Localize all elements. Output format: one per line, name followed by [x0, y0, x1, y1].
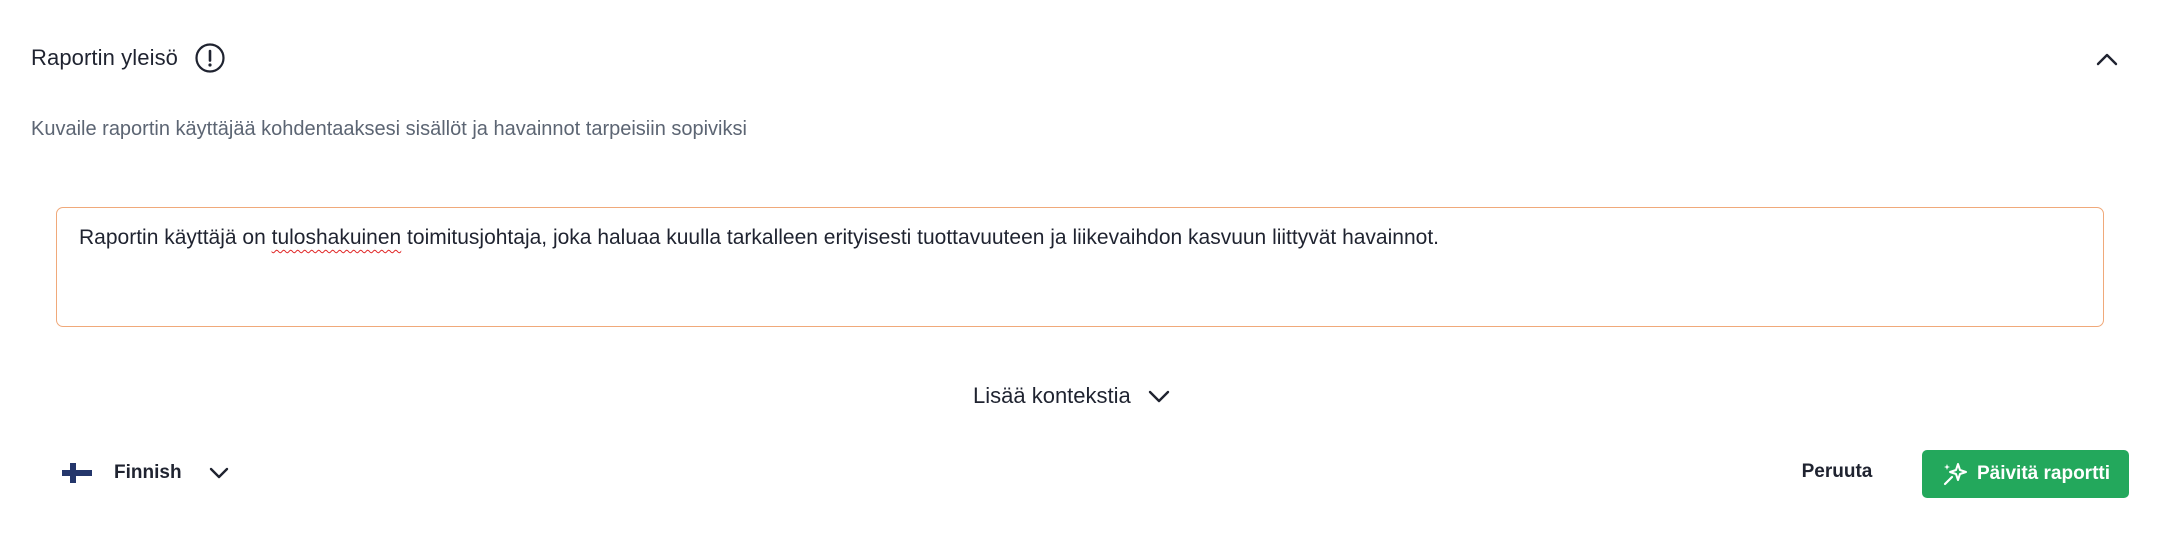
language-selected-value: Finnish [114, 462, 182, 483]
misspelled-word: tuloshakuinen [271, 226, 402, 249]
update-report-button[interactable]: Päivitä raportti [1922, 450, 2129, 498]
report-audience-panel: Raportin yleisö Kuvaile raportin käyttäj… [0, 0, 2160, 536]
chevron-down-icon [1147, 388, 1171, 404]
section-title: Raportin yleisö [31, 45, 179, 70]
cancel-button[interactable]: Peruuta [1790, 452, 1884, 492]
audience-text-before: Raportin käyttäjä on [79, 226, 272, 249]
add-context-label: Lisää kontekstia [973, 383, 1131, 408]
section-header: Raportin yleisö [31, 36, 226, 80]
update-report-label: Päivitä raportti [1976, 463, 2111, 484]
sparkle-icon [1941, 460, 1969, 488]
language-select[interactable]: Finnish [62, 456, 230, 490]
audience-text-after: toimitusjohtaja, joka haluaa kuulla tark… [401, 226, 1439, 249]
chevron-down-icon [208, 466, 230, 480]
exclamation-circle-icon[interactable] [194, 42, 226, 74]
audience-description-text: Raportin käyttäjä on tuloshakuinen toimi… [79, 218, 2081, 258]
chevron-up-icon [2095, 51, 2119, 67]
audience-description-textarea[interactable]: Raportin käyttäjä on tuloshakuinen toimi… [56, 207, 2104, 327]
add-context-toggle[interactable]: Lisää kontekstia [973, 383, 1171, 409]
collapse-section-button[interactable] [2090, 42, 2124, 76]
finland-flag-icon [62, 463, 92, 483]
section-description: Kuvaile raportin käyttäjää kohdentaakses… [31, 118, 747, 140]
